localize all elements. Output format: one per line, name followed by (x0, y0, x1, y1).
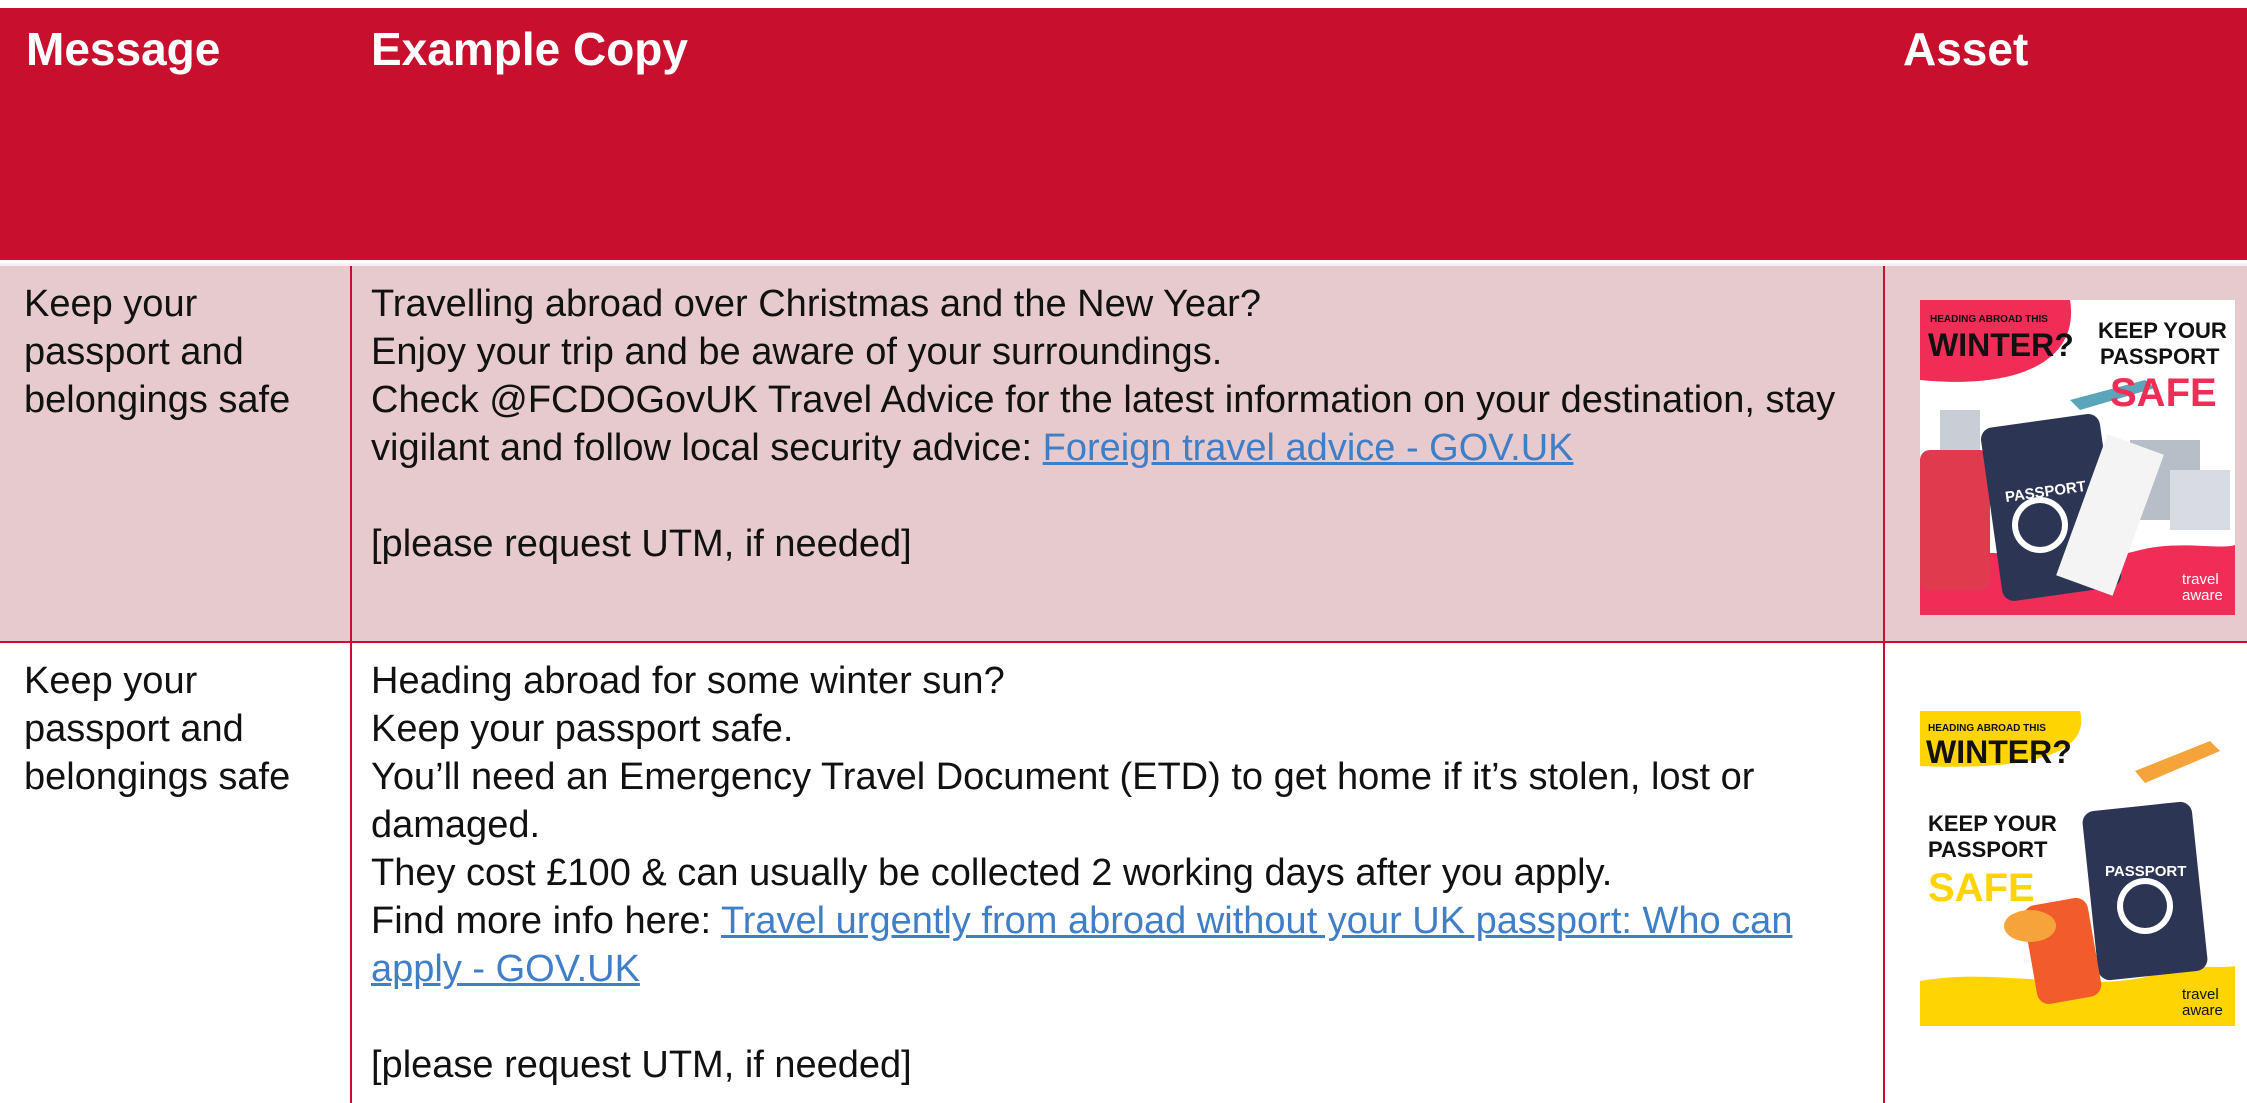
copy-line: Travelling abroad over Christmas and the… (371, 283, 1261, 325)
column-divider (1883, 266, 1885, 642)
passport-safe-winter-graphic: HEADING ABROAD THIS WINTER? KEEP YOUR PA… (1920, 300, 2235, 615)
column-divider (350, 643, 352, 1103)
passport-safe-winter-sun-graphic: HEADING ABROAD THIS WINTER? KEEP YOUR PA… (1920, 711, 2235, 1026)
copy-line: Heading abroad for some winter sun? (371, 660, 1005, 702)
asset-safe-text: SAFE (2110, 371, 2217, 415)
copy-line: Check @FCDOGovUK Travel Advice for the l… (371, 376, 1871, 472)
copy-line: They cost £100 & can usually be collecte… (371, 852, 1613, 894)
column-divider (350, 266, 352, 642)
copy-cell: Heading abroad for some winter sun? Keep… (371, 657, 1871, 1089)
asset-top-text: HEADING ABROAD THIS (1928, 723, 2046, 734)
asset-brand-travel: travel (2182, 986, 2219, 1003)
column-divider (1883, 643, 1885, 1103)
header-asset: Asset (1903, 23, 2029, 75)
copy-line: You’ll need an Emergency Travel Document… (371, 756, 1755, 846)
utm-note: [please request UTM, if needed] (371, 1044, 912, 1086)
copy-text: Find more info here: (371, 900, 721, 942)
asset-safe-text: SAFE (1928, 866, 2035, 910)
asset-winter-text: WINTER? (1928, 327, 2074, 363)
asset-brand-aware: aware (2182, 1002, 2223, 1019)
table-header: Message Example Copy Asset (0, 8, 2247, 260)
table-row: Keep your passport and belongings safe H… (0, 641, 2247, 1103)
asset-keep-text: KEEP YOUR (1928, 811, 2057, 836)
copy-line: Find more info here: Travel urgently fro… (371, 897, 1871, 993)
header-message: Message (26, 23, 221, 75)
copy-line: Keep your passport safe. (371, 708, 794, 750)
asset-top-text: HEADING ABROAD THIS (1930, 314, 2048, 325)
copy-line: Enjoy your trip and be aware of your sur… (371, 331, 1223, 373)
asset-doc-label: PASSPORT (2105, 863, 2186, 880)
asset-passport-text: PASSPORT (1928, 837, 2048, 862)
message-cell: Keep your passport and belongings safe (24, 660, 291, 798)
message-cell: Keep your passport and belongings safe (24, 283, 291, 421)
foreign-travel-advice-link[interactable]: Foreign travel advice - GOV.UK (1043, 427, 1574, 469)
header-example-copy: Example Copy (371, 23, 688, 75)
asset-passport-text: PASSPORT (2100, 344, 2220, 369)
asset-brand-travel: travel (2182, 571, 2219, 588)
asset-keep-text: KEEP YOUR (2098, 318, 2227, 343)
utm-note: [please request UTM, if needed] (371, 523, 912, 565)
table-row: Keep your passport and belongings safe T… (0, 263, 2247, 642)
asset-winter-text: WINTER? (1926, 734, 2072, 770)
asset-brand-aware: aware (2182, 587, 2223, 604)
copy-cell: Travelling abroad over Christmas and the… (371, 280, 1871, 568)
